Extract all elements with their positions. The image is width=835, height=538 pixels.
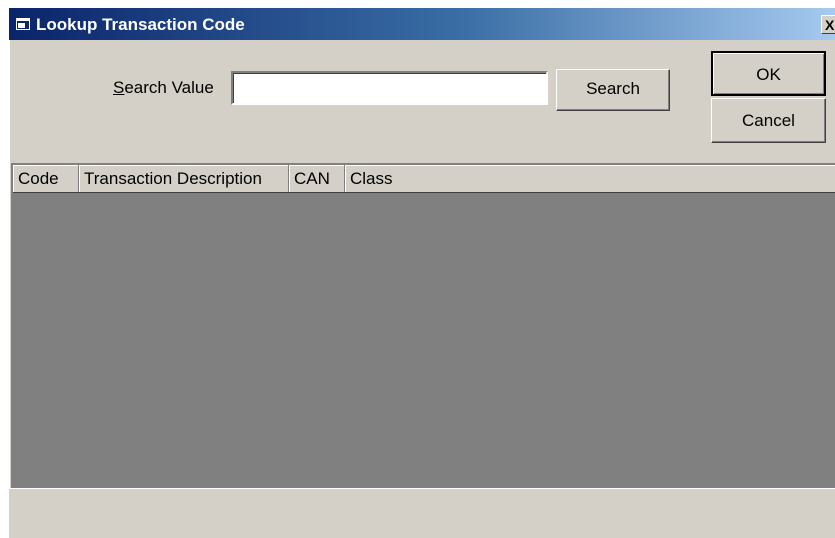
results-grid[interactable]: Code Transaction Description CAN Class <box>11 163 835 488</box>
column-header-code[interactable]: Code <box>13 165 79 192</box>
search-button[interactable]: Search <box>556 69 670 111</box>
search-label-text: earch Value <box>124 78 214 97</box>
grid-header: Code Transaction Description CAN Class <box>13 165 835 193</box>
column-header-can[interactable]: CAN <box>289 165 345 192</box>
close-icon: X <box>825 17 835 33</box>
search-value-input[interactable] <box>231 71 548 105</box>
column-header-transaction-description[interactable]: Transaction Description <box>79 165 289 192</box>
status-bar <box>9 488 835 538</box>
cancel-button[interactable]: Cancel <box>711 98 826 143</box>
dialog-title: Lookup Transaction Code <box>36 15 245 34</box>
search-value-label: Search Value <box>113 78 214 98</box>
close-button[interactable]: X <box>821 15 835 34</box>
search-label-accelerator: S <box>113 78 125 97</box>
lookup-dialog: Lookup Transaction Code X Search Value S… <box>9 8 835 538</box>
title-bar[interactable]: Lookup Transaction Code X <box>9 8 835 40</box>
window-icon <box>16 18 30 30</box>
ok-button[interactable]: OK <box>711 51 826 96</box>
column-header-class[interactable]: Class <box>345 165 835 192</box>
